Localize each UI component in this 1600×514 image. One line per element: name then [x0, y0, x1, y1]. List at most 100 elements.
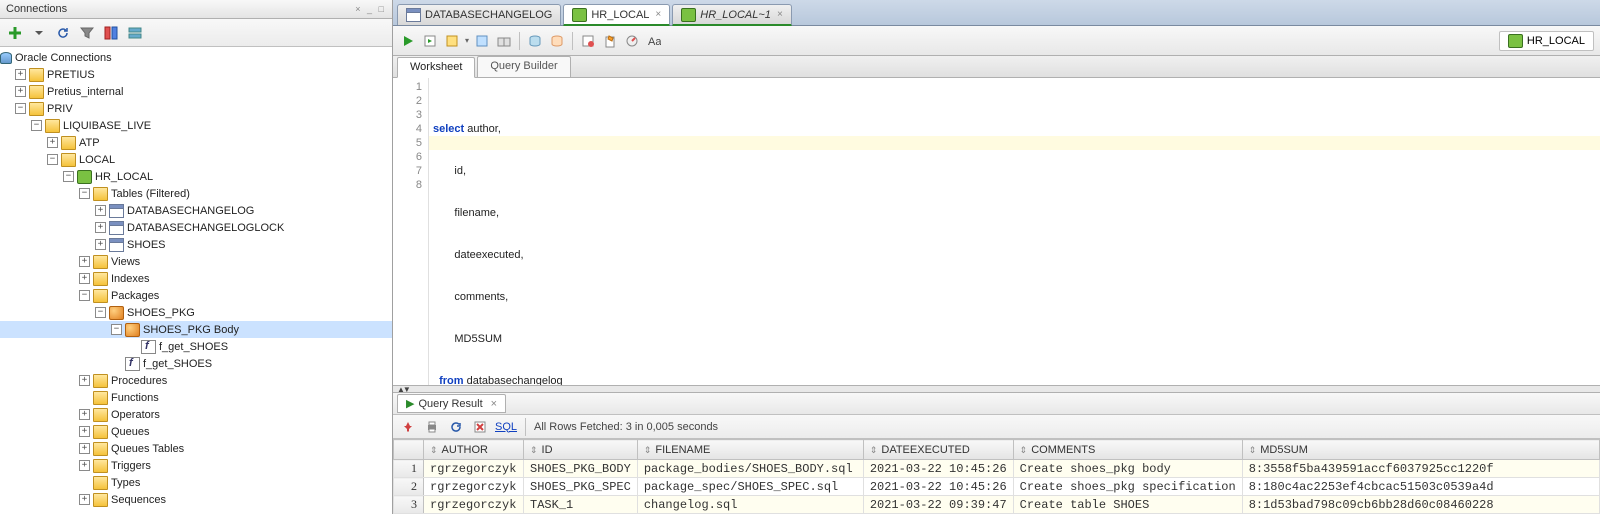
cell-md5[interactable]: 8:180c4ac2253ef4cbcac51503c0539a4d	[1242, 478, 1599, 496]
cell-comments[interactable]: Create table SHOES	[1013, 496, 1242, 514]
close-icon[interactable]: ×	[491, 398, 497, 410]
cell-date[interactable]: 2021-03-22 10:45:26	[863, 478, 1013, 496]
expander-icon[interactable]: +	[79, 256, 90, 267]
results-grid[interactable]: ⇕AUTHOR ⇕ID ⇕FILENAME ⇕DATEEXECUTED ⇕COM…	[393, 439, 1600, 514]
close-icon[interactable]: ×	[777, 9, 783, 20]
table-row[interactable]: 2rgrzegorczykSHOES_PKG_SPECpackage_spec/…	[394, 478, 1600, 496]
tree-connection-hr-local[interactable]: −HR_LOCAL	[0, 168, 392, 185]
tree-folder-local[interactable]: −LOCAL	[0, 151, 392, 168]
expander-icon[interactable]: +	[79, 273, 90, 284]
sql-editor[interactable]: 12345678 select author, id, filename, da…	[393, 78, 1600, 385]
dropdown-icon[interactable]	[30, 24, 48, 42]
expander-icon[interactable]: −	[79, 290, 90, 301]
tree-package[interactable]: −SHOES_PKG	[0, 304, 392, 321]
cell-md5[interactable]: 8:1d53bad798c09cb6bb28d60c08460228	[1242, 496, 1599, 514]
expander-icon[interactable]: +	[79, 460, 90, 471]
col-md5sum[interactable]: ⇕MD5SUM	[1242, 440, 1599, 460]
rollback-icon[interactable]	[548, 32, 566, 50]
expander-icon[interactable]: −	[79, 188, 90, 199]
panel-controls[interactable]: × _ □	[355, 4, 386, 14]
expander-icon[interactable]: +	[15, 69, 26, 80]
tree-folder-atp[interactable]: +ATP	[0, 134, 392, 151]
code-area[interactable]: select author, id, filename, dateexecute…	[429, 78, 1600, 385]
expander-icon[interactable]: −	[63, 171, 74, 182]
tab-query-result[interactable]: ▶Query Result×	[397, 394, 506, 413]
explain-plan-icon[interactable]	[443, 32, 461, 50]
expander-icon[interactable]: +	[95, 239, 106, 250]
sql-tuning-icon[interactable]	[623, 32, 641, 50]
pin-icon[interactable]	[399, 418, 417, 436]
expander-icon[interactable]: −	[47, 154, 58, 165]
sort-icon[interactable]: ⇕	[870, 445, 878, 455]
cell-author[interactable]: rgrzegorczyk	[424, 478, 524, 496]
col-id[interactable]: ⇕ID	[524, 440, 638, 460]
new-connection-icon[interactable]	[6, 24, 24, 42]
tab-databasechangelog[interactable]: DATABASECHANGELOG	[397, 4, 561, 25]
filter-icon[interactable]	[78, 24, 96, 42]
cell-filename[interactable]: package_spec/SHOES_SPEC.sql	[637, 478, 863, 496]
tab-hr-local-1[interactable]: HR_LOCAL~1×	[672, 4, 791, 26]
cell-filename[interactable]: package_bodies/SHOES_BODY.sql	[637, 460, 863, 478]
tree-category-operators[interactable]: +Operators	[0, 406, 392, 423]
expander-icon[interactable]: +	[79, 409, 90, 420]
print-icon[interactable]	[423, 418, 441, 436]
expander-icon[interactable]: +	[79, 494, 90, 505]
col-author[interactable]: ⇕AUTHOR	[424, 440, 524, 460]
autotrace-icon[interactable]	[473, 32, 491, 50]
delete-icon[interactable]	[471, 418, 489, 436]
expander-icon[interactable]: +	[95, 222, 106, 233]
expander-icon[interactable]: −	[95, 307, 106, 318]
cell-author[interactable]: rgrzegorczyk	[424, 496, 524, 514]
expander-icon[interactable]: +	[79, 426, 90, 437]
col-rownum[interactable]	[394, 440, 424, 460]
table-row[interactable]: 1rgrzegorczykSHOES_PKG_BODYpackage_bodie…	[394, 460, 1600, 478]
tree-folder-liquibase[interactable]: −LIQUIBASE_LIVE	[0, 117, 392, 134]
tree-category-queues[interactable]: +Queues	[0, 423, 392, 440]
close-icon[interactable]: ×	[655, 9, 661, 20]
tree-category-sequences[interactable]: +Sequences	[0, 491, 392, 508]
expander-icon[interactable]: −	[15, 103, 26, 114]
sort-icon[interactable]: ⇕	[430, 445, 438, 455]
tree-table[interactable]: +DATABASECHANGELOG	[0, 202, 392, 219]
col-filename[interactable]: ⇕FILENAME	[637, 440, 863, 460]
expander-icon[interactable]: +	[79, 375, 90, 386]
tree-category-indexes[interactable]: +Indexes	[0, 270, 392, 287]
cell-id[interactable]: SHOES_PKG_BODY	[524, 460, 638, 478]
tree-category-triggers[interactable]: +Triggers	[0, 457, 392, 474]
cell-comments[interactable]: Create shoes_pkg body	[1013, 460, 1242, 478]
expander-icon[interactable]: −	[111, 324, 122, 335]
clear-icon[interactable]	[601, 32, 619, 50]
sort-icon[interactable]: ⇕	[1020, 445, 1028, 455]
tree-function[interactable]: f_get_SHOES	[0, 355, 392, 372]
tree-category-packages[interactable]: −Packages	[0, 287, 392, 304]
tns-icon[interactable]	[102, 24, 120, 42]
tree-category-types[interactable]: Types	[0, 474, 392, 491]
tree-category-views[interactable]: +Views	[0, 253, 392, 270]
tab-query-builder[interactable]: Query Builder	[477, 56, 570, 77]
expander-icon[interactable]: +	[95, 205, 106, 216]
sort-icon[interactable]: ⇕	[644, 445, 652, 455]
tree-category-tables[interactable]: −Tables (Filtered)	[0, 185, 392, 202]
sort-icon[interactable]: ⇕	[530, 445, 538, 455]
refresh-connections-icon[interactable]	[54, 24, 72, 42]
expander-icon[interactable]: −	[31, 120, 42, 131]
commit-icon[interactable]	[495, 32, 513, 50]
sql-history-icon[interactable]	[526, 32, 544, 50]
tree-package-body[interactable]: −SHOES_PKG Body	[0, 321, 392, 338]
cell-comments[interactable]: Create shoes_pkg specification	[1013, 478, 1242, 496]
tree-root[interactable]: Oracle Connections	[0, 49, 392, 66]
sort-icon[interactable]: ⇕	[1249, 445, 1257, 455]
tree-category-queues-tables[interactable]: +Queues Tables	[0, 440, 392, 457]
cell-id[interactable]: SHOES_PKG_SPEC	[524, 478, 638, 496]
col-dateexecuted[interactable]: ⇕DATEEXECUTED	[863, 440, 1013, 460]
expand-icon[interactable]	[126, 24, 144, 42]
run-script-icon[interactable]	[421, 32, 439, 50]
expander-icon[interactable]: +	[47, 137, 58, 148]
case-icon[interactable]: Aa	[645, 32, 663, 50]
tab-worksheet[interactable]: Worksheet	[397, 57, 475, 78]
col-comments[interactable]: ⇕COMMENTS	[1013, 440, 1242, 460]
unshared-worksheet-icon[interactable]	[579, 32, 597, 50]
cell-date[interactable]: 2021-03-22 10:45:26	[863, 460, 1013, 478]
tree-category-procedures[interactable]: +Procedures	[0, 372, 392, 389]
cell-id[interactable]: TASK_1	[524, 496, 638, 514]
